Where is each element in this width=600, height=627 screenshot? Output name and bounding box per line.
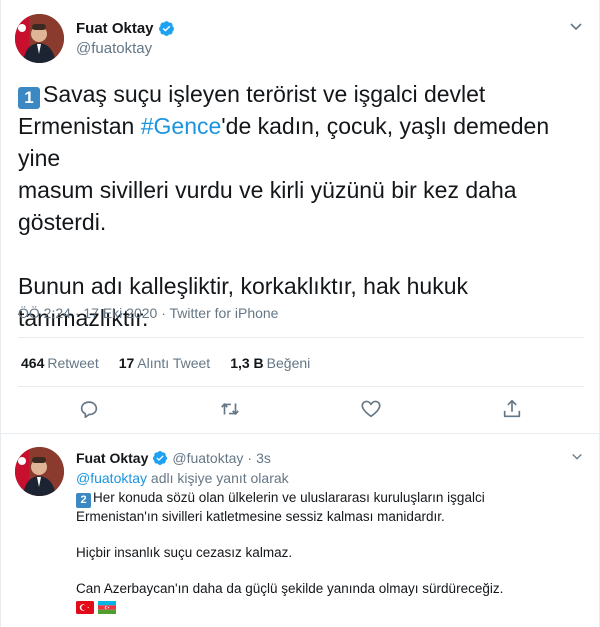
like-icon <box>361 400 381 418</box>
retweet-button[interactable] <box>219 398 241 420</box>
reply-button[interactable] <box>78 398 100 420</box>
author-name[interactable]: Fuat Oktay <box>76 20 154 37</box>
reply-line: 2 Her konuda sözü olan ülkelerin ve ulusl… <box>76 489 586 508</box>
tweet-detail-view: Fuat Oktay @fuatoktay 1 Savaş suçu işleye… <box>0 0 600 627</box>
tweet-actions <box>1 398 600 424</box>
replying-to-label: adlı kişiye yanıt olarak <box>147 470 289 486</box>
quotes-stat[interactable]: 17 Alıntı Tweet <box>119 355 210 371</box>
share-icon <box>503 399 521 418</box>
turkey-flag-icon <box>76 601 94 614</box>
keycap-number-badge: 2 <box>76 493 91 508</box>
verified-badge-icon <box>153 451 168 465</box>
reply-text: 2 Her konuda sözü olan ülkelerin ve ulusl… <box>76 489 586 598</box>
meta-separator: · <box>161 305 166 321</box>
tweet-line-text: Savaş suçu işleyen terörist ve işgalci d… <box>43 81 486 107</box>
likes-stat[interactable]: 1,3 B Beğeni <box>230 355 310 371</box>
divider <box>18 337 584 338</box>
quotes-count: 17 <box>118 355 135 371</box>
like-button[interactable] <box>360 398 382 420</box>
reply-icon <box>80 401 98 419</box>
meta-separator: · <box>247 450 253 466</box>
tweet-meta: ÖÖ 2:24 · 17 Eki 2020 · Twitter for iPho… <box>18 305 278 321</box>
tweet-line-text: Ermenistan <box>18 113 141 139</box>
author-handle[interactable]: @fuatoktay <box>76 40 152 57</box>
retweets-count: 464 <box>21 355 45 371</box>
tweet-time[interactable]: ÖÖ 2:24 <box>18 305 71 321</box>
tweet-date[interactable]: 17 Eki 2020 <box>83 305 157 321</box>
reply-author-name[interactable]: Fuat Oktay <box>76 450 148 466</box>
tweet-text: 1 Savaş suçu işleyen terörist ve işgalci … <box>18 78 588 334</box>
reply-header: Fuat Oktay @fuatoktay · 3s <box>76 450 271 466</box>
reply-time[interactable]: 3s <box>256 450 271 466</box>
azerbaijan-flag-icon <box>98 601 116 614</box>
chevron-down-icon[interactable] <box>569 20 583 34</box>
meta-separator: · <box>74 305 80 321</box>
divider <box>18 386 584 387</box>
reply-author-handle[interactable]: @fuatoktay <box>172 450 243 466</box>
avatar[interactable] <box>15 14 64 63</box>
retweets-label: Retweet <box>47 355 99 371</box>
reply-line: Can Azerbaycan'ın daha da güçlü şekilde … <box>76 581 504 596</box>
reply-line-text: Her konuda sözü olan ülkelerin ve ulusla… <box>93 490 485 505</box>
keycap-number-badge: 1 <box>18 87 40 109</box>
replying-to-mention[interactable]: @fuatoktay <box>76 470 147 486</box>
tweet-line: Bunun adı kalleşliktir, korkaklıktır, ha… <box>18 273 468 299</box>
hashtag-link[interactable]: #Gence <box>141 113 222 139</box>
likes-label: Beğeni <box>266 355 311 371</box>
replying-to: @fuatoktay adlı kişiye yanıt olarak <box>76 470 289 486</box>
verified-badge-icon <box>158 21 174 36</box>
avatar[interactable] <box>15 447 64 496</box>
tweet-stats: 464 Retweet 17 Alıntı Tweet 1,3 B Beğeni <box>21 355 330 371</box>
tweet-line: masum sivilleri vurdu ve kirli yüzünü bi… <box>18 177 517 203</box>
tweet-line: Ermenistan #Gence'de kadın, çocuk, yaşlı… <box>18 110 588 174</box>
retweet-icon <box>221 403 239 415</box>
tweet-line: gösterdi. <box>18 209 107 235</box>
tweet-source[interactable]: Twitter for iPhone <box>170 305 279 321</box>
retweets-stat[interactable]: 464 Retweet <box>21 355 99 371</box>
reply-line: Hiçbir insanlık suçu cezasız kalmaz. <box>76 545 293 560</box>
author-name-row[interactable]: Fuat Oktay <box>76 20 175 37</box>
flag-emojis <box>76 601 120 614</box>
chevron-down-icon[interactable] <box>571 451 583 463</box>
tweet-line: 1 Savaş suçu işleyen terörist ve işgalci … <box>18 78 588 110</box>
likes-count: 1,3 B <box>230 355 264 371</box>
quotes-label: Alıntı Tweet <box>137 355 211 371</box>
reply-tweet[interactable]: Fuat Oktay @fuatoktay · 3s @fuatoktay ad… <box>1 435 600 627</box>
reply-line: Ermenistan'ın sivilleri katletmesine ses… <box>76 509 445 524</box>
main-tweet: Fuat Oktay @fuatoktay 1 Savaş suçu işleye… <box>1 0 600 434</box>
share-button[interactable] <box>501 398 523 420</box>
